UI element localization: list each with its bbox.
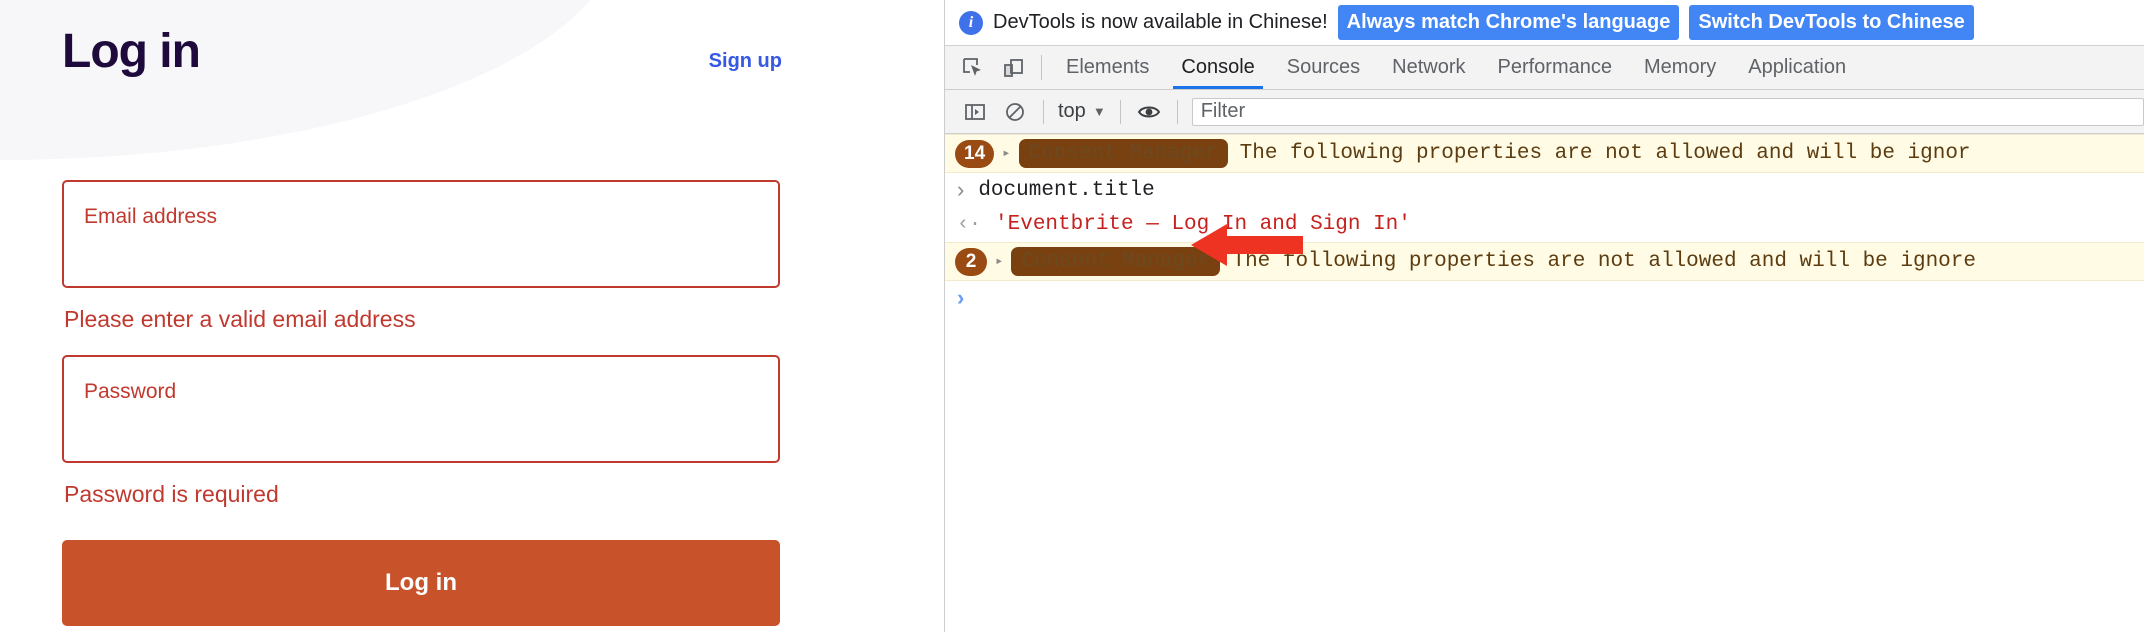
device-toolbar-icon[interactable] (993, 46, 1033, 89)
tab-label: Sources (1286, 56, 1361, 78)
console-message-list: 14 ▸ Consent Manager The following prope… (945, 134, 2144, 632)
message-count-badge: 2 (955, 247, 987, 276)
signup-link[interactable]: Sign up (709, 50, 782, 73)
tab-elements[interactable]: Elements (1050, 46, 1165, 89)
tab-label: Application (1748, 56, 1847, 78)
tab-label: Console (1181, 56, 1255, 78)
clear-console-icon[interactable] (995, 97, 1035, 127)
email-input[interactable] (84, 234, 741, 258)
email-field-label: Email address (84, 205, 218, 228)
console-message-text: The following properties are not allowed… (1239, 142, 1971, 165)
toolbar-divider (1119, 99, 1121, 124)
execution-context-selector[interactable]: top ▼ (1052, 100, 1112, 123)
login-header: Log in Sign up (62, 22, 782, 82)
password-input[interactable] (84, 409, 741, 433)
switch-to-chinese-button[interactable]: Switch DevTools to Chinese (1689, 5, 1974, 40)
devtools-infobar: i DevTools is now available in Chinese! … (945, 0, 2144, 46)
console-filter-input[interactable] (1191, 97, 2144, 126)
always-match-language-button[interactable]: Always match Chrome's language (1337, 5, 1680, 40)
console-result-text: 'Eventbrite — Log In and Sign In' (995, 213, 1411, 236)
email-error-message: Please enter a valid email address (64, 306, 416, 332)
tab-memory[interactable]: Memory (1628, 46, 1732, 89)
page-title: Log in (62, 25, 201, 78)
console-warning-row[interactable]: 14 ▸ Consent Manager The following prope… (945, 134, 2144, 173)
tab-network[interactable]: Network (1376, 46, 1481, 89)
tab-label: Elements (1066, 56, 1150, 78)
console-sidebar-icon[interactable] (955, 97, 995, 127)
source-tag-badge: Consent Manager (1018, 139, 1228, 168)
chevron-down-icon: ▼ (1092, 104, 1106, 119)
tab-application[interactable]: Application (1732, 46, 1862, 89)
tab-console[interactable]: Console (1165, 46, 1270, 89)
screenshot-root: Log in Sign up Email address Please ente… (0, 0, 2144, 632)
execution-context-label: top (1058, 100, 1086, 122)
tab-sources[interactable]: Sources (1271, 46, 1376, 89)
console-prompt-row[interactable]: › (945, 281, 2144, 316)
password-error-message: Password is required (64, 481, 279, 507)
tab-label: Network (1392, 56, 1466, 78)
message-count-badge: 14 (955, 139, 995, 168)
password-field-label: Password (84, 380, 177, 403)
password-field[interactable]: Password (62, 355, 780, 463)
console-message-text: The following properties are not allowed… (1232, 250, 1976, 273)
console-command-text: document.title (978, 178, 1155, 202)
inspect-element-icon[interactable] (953, 46, 993, 89)
info-icon: i (959, 10, 983, 35)
toolbar-divider (1176, 99, 1178, 124)
console-warning-row[interactable]: 2 ▸ Consent Manager The following proper… (945, 242, 2144, 281)
console-toolbar: top ▼ (945, 90, 2144, 134)
email-field[interactable]: Email address (62, 180, 780, 288)
infobar-message: DevTools is now available in Chinese! (993, 11, 1328, 33)
login-form: Email address Please enter a valid email… (62, 180, 780, 626)
source-tag-badge: Consent Manager (1011, 247, 1221, 276)
login-page: Log in Sign up Email address Please ente… (0, 0, 944, 632)
tab-performance[interactable]: Performance (1482, 46, 1629, 89)
expand-triangle-icon[interactable]: ▸ (995, 253, 1003, 270)
live-expression-eye-icon[interactable] (1129, 97, 1169, 127)
prompt-chevron-icon: › (957, 285, 965, 310)
toolbar-divider (1041, 55, 1042, 80)
devtools-panel: i DevTools is now available in Chinese! … (944, 0, 2144, 632)
devtools-tabbar: Elements Console Sources Network Perform… (945, 46, 2144, 90)
login-submit-button[interactable]: Log in (62, 540, 780, 626)
expand-triangle-icon[interactable]: ▸ (1002, 145, 1010, 162)
tab-label: Memory (1644, 56, 1717, 78)
result-chevron-icon: ‹· (957, 213, 982, 236)
tab-label: Performance (1497, 56, 1613, 78)
toolbar-divider (1043, 99, 1044, 124)
console-command-row[interactable]: › document.title (945, 173, 2144, 208)
console-result-row[interactable]: ‹· 'Eventbrite — Log In and Sign In' (945, 208, 2144, 242)
prompt-chevron-icon: › (957, 177, 965, 202)
